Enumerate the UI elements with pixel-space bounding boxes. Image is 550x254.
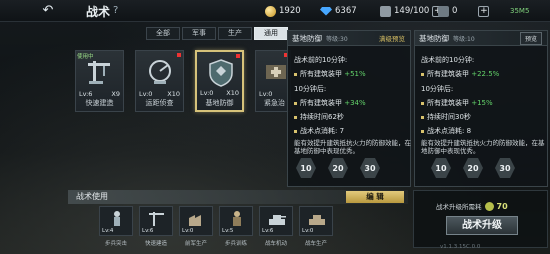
milestone-hex: 30 bbox=[360, 158, 380, 178]
power-value: 0 bbox=[452, 6, 458, 16]
gem-icon bbox=[320, 6, 332, 16]
slot-level: Lv:4 bbox=[102, 228, 114, 234]
duration-line: 持续时间30秒 bbox=[421, 112, 471, 122]
card-level: Lv:0 bbox=[200, 89, 214, 97]
cost-line: 战术点消耗: 8 bbox=[421, 126, 471, 136]
tactic-name: 基地防御 bbox=[205, 99, 234, 107]
slot-level: Lv:0 bbox=[302, 228, 314, 234]
cost-line: 战术点消耗: 7 bbox=[294, 126, 344, 136]
slot-level: Lv:6 bbox=[262, 228, 274, 234]
gold-coin-icon bbox=[265, 5, 276, 17]
milestone-levels: 10 20 30 bbox=[296, 158, 380, 178]
fuel-value: 149/100 bbox=[394, 6, 430, 16]
usage-slot[interactable]: Lv:6 bbox=[259, 206, 293, 236]
usage-slot[interactable]: Lv:6 bbox=[139, 206, 173, 236]
tank-production-icon bbox=[309, 215, 325, 225]
tank-icon bbox=[269, 215, 286, 225]
effect-header-1: 战术前的10分钟: bbox=[294, 56, 348, 64]
tab-all[interactable]: 全部 bbox=[146, 27, 180, 40]
panel-header: 基地防御 等级:10 预览 bbox=[415, 31, 547, 46]
gem-value: 6367 bbox=[335, 6, 357, 16]
panel-title: 基地防御 bbox=[419, 33, 449, 43]
card-count: X9 bbox=[111, 90, 120, 98]
fuel-resource: 149/100 + bbox=[380, 4, 444, 18]
tab-general[interactable]: 通用 bbox=[254, 27, 288, 40]
slot-level: Lv:6 bbox=[142, 228, 154, 234]
card-count: X10 bbox=[167, 90, 180, 98]
effect-header-1: 战术前的10分钟: bbox=[421, 56, 475, 64]
preview-level-panel: 基地防御 等级:10 预览 战术前的10分钟: 所有建筑装甲 +22.5% 10… bbox=[414, 30, 548, 187]
category-tabs: 全部 军事 生产 通用 bbox=[146, 27, 288, 40]
add-power-button[interactable]: + bbox=[478, 5, 490, 17]
tactic-point-icon bbox=[484, 201, 494, 211]
milestone-hex: 30 bbox=[495, 158, 515, 178]
usage-slot[interactable]: Lv:4 bbox=[99, 206, 133, 236]
card-level: Lv:0 bbox=[139, 90, 153, 98]
effect-header-2: 10分钟后: bbox=[294, 85, 327, 93]
effect-line-2: 所有建筑装甲 +15% bbox=[421, 98, 493, 108]
tactic-description: 能有效提升建筑抵抗火力的防御效能，在基地防御中表现优秀。 bbox=[421, 139, 545, 155]
milestone-hex: 20 bbox=[328, 158, 348, 178]
effect-line-1: 所有建筑装甲 +22.5% bbox=[421, 69, 499, 79]
tab-military[interactable]: 军事 bbox=[182, 27, 216, 40]
power-icon bbox=[438, 5, 449, 17]
slot-level: Lv:0 bbox=[182, 228, 194, 234]
max-level-preview-link[interactable]: 满级预览 bbox=[379, 33, 405, 43]
tactic-upgrade-button[interactable]: 战术升级 bbox=[446, 216, 518, 235]
usage-slot[interactable]: Lv:0 bbox=[179, 206, 213, 236]
tactic-name: 运距侦查 bbox=[145, 99, 174, 107]
upgrade-cost: 战术升级所需耗 70 bbox=[436, 201, 508, 211]
new-dot bbox=[177, 53, 181, 57]
crane-icon bbox=[88, 61, 110, 84]
card-count: X10 bbox=[226, 89, 239, 97]
version-label: v1.1.3.15C.0.0 bbox=[440, 244, 481, 250]
effect-line-2: 所有建筑装甲 +34% bbox=[294, 98, 366, 108]
factory-icon bbox=[189, 215, 201, 226]
upgrade-cost-label: 战术升级所需耗 bbox=[436, 203, 482, 211]
milestone-levels: 10 20 30 bbox=[431, 158, 515, 178]
radar-icon bbox=[149, 60, 171, 84]
gold-resource: 1920 bbox=[265, 4, 301, 18]
slot-name: 战车生产 bbox=[304, 241, 327, 247]
panel-header: 基地防御 等级:30 满级预览 bbox=[288, 31, 410, 46]
panel-level: 等级:10 bbox=[453, 35, 475, 43]
page-title: 战术 bbox=[86, 5, 111, 19]
edit-button[interactable]: 编 辑 bbox=[346, 191, 404, 203]
upgrade-cost-value: 70 bbox=[496, 201, 508, 211]
slot-name: 步兵突击 bbox=[104, 241, 127, 247]
tab-production[interactable]: 生产 bbox=[218, 27, 252, 40]
card-level: Lv:6 bbox=[79, 90, 93, 98]
slot-name: 前军生产 bbox=[184, 241, 207, 247]
tactic-description: 能有效提升建筑抵抗火力的防御效能，在基地防御中表现优秀。 bbox=[294, 139, 411, 155]
tactic-name: 快速建造 bbox=[85, 99, 114, 107]
shield-icon bbox=[209, 59, 233, 87]
slot-name: 战车机动 bbox=[264, 241, 287, 247]
gold-value: 1920 bbox=[279, 6, 301, 16]
fuel-icon bbox=[380, 5, 391, 17]
preview-button[interactable]: 预览 bbox=[519, 31, 542, 45]
duration-line: 持续时间62秒 bbox=[294, 112, 344, 122]
battery-status: 35M5 bbox=[510, 7, 530, 15]
power-resource: 0 + bbox=[438, 4, 490, 18]
soldier-icon bbox=[233, 211, 241, 226]
gem-resource: 6367 bbox=[320, 4, 357, 18]
back-arrow-icon[interactable]: ↶ bbox=[36, 4, 60, 18]
help-icon[interactable]: ? bbox=[113, 5, 118, 16]
card-level: Lv:0 bbox=[259, 90, 273, 98]
panel-title: 基地防御 bbox=[292, 33, 322, 43]
current-level-panel: 基地防御 等级:30 满级预览 战术前的10分钟: 所有建筑装甲 +51% 10… bbox=[287, 30, 411, 187]
slot-name: 快速建造 bbox=[144, 241, 167, 247]
milestone-hex: 20 bbox=[463, 158, 483, 178]
slot-level: Lv:5 bbox=[222, 228, 234, 234]
usage-slot[interactable]: Lv:5 bbox=[219, 206, 253, 236]
effect-line-1: 所有建筑装甲 +51% bbox=[294, 69, 366, 79]
panel-level: 等级:30 bbox=[326, 35, 348, 43]
slot-name: 步兵训练 bbox=[224, 241, 247, 247]
infantry-icon bbox=[114, 211, 120, 226]
milestone-hex: 10 bbox=[431, 158, 451, 178]
crane-icon bbox=[149, 212, 164, 226]
usage-slot[interactable]: Lv:0 bbox=[299, 206, 333, 236]
milestone-hex: 10 bbox=[296, 158, 316, 178]
effect-header-2: 10分钟后: bbox=[421, 85, 454, 93]
